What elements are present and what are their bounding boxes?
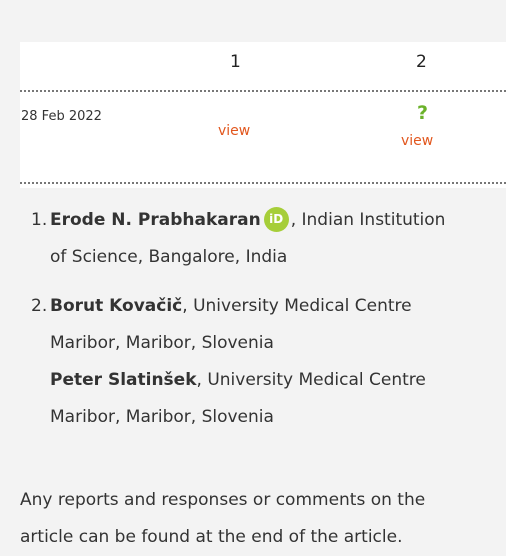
view-report-1-link[interactable]: view (218, 123, 250, 139)
reports-note-line: Any reports and responses or comments on… (20, 490, 426, 510)
affiliation-text: , Indian Institution (290, 210, 446, 230)
reports-note-line: article can be found at the end of the a… (20, 527, 403, 547)
reviewer-1-header: 1 (230, 52, 241, 72)
view-report-2-link[interactable]: view (401, 133, 433, 149)
author-affiliations: 1. Erode N. Prabhakaran iD, Indian Instit… (31, 202, 503, 436)
affiliation-number: 2. (31, 296, 48, 316)
affiliation-text: , University Medical Centre (182, 296, 412, 316)
author-name: Peter Slatinšek (50, 370, 197, 390)
author-name: Erode N. Prabhakaran (50, 210, 261, 230)
dotted-divider (20, 90, 506, 92)
version-date: 28 Feb 2022 (21, 109, 102, 124)
reviewer-status-panel: 1 2 28 Feb 2022 view ? view (20, 42, 506, 188)
affiliation-text: Maribor, Maribor, Slovenia (50, 333, 274, 353)
affiliation-line: Erode N. Prabhakaran iD, Indian Instituti… (50, 202, 503, 239)
reports-note: Any reports and responses or comments on… (20, 482, 506, 556)
dotted-divider (20, 182, 506, 184)
affiliation-item: 1. Erode N. Prabhakaran iD, Indian Instit… (31, 202, 503, 276)
affiliation-text: , University Medical Centre (196, 370, 426, 390)
orcid-icon[interactable]: iD (263, 207, 289, 232)
author-name: Borut Kovačič (50, 296, 183, 316)
affiliation-text: Maribor, Maribor, Slovenia (50, 407, 274, 427)
affiliation-number: 1. (31, 210, 48, 230)
affiliation-text: of Science, Bangalore, India (50, 247, 288, 267)
affiliation-line: Peter Slatinšek, University Medical Cent… (50, 362, 503, 399)
affiliation-item: 2. Borut Kovačič, University Medical Cen… (31, 288, 503, 436)
affiliation-line: Borut Kovačič, University Medical Centre (50, 288, 503, 325)
reviewer-2-header: 2 (416, 52, 427, 72)
question-mark-icon: ? (417, 102, 429, 124)
